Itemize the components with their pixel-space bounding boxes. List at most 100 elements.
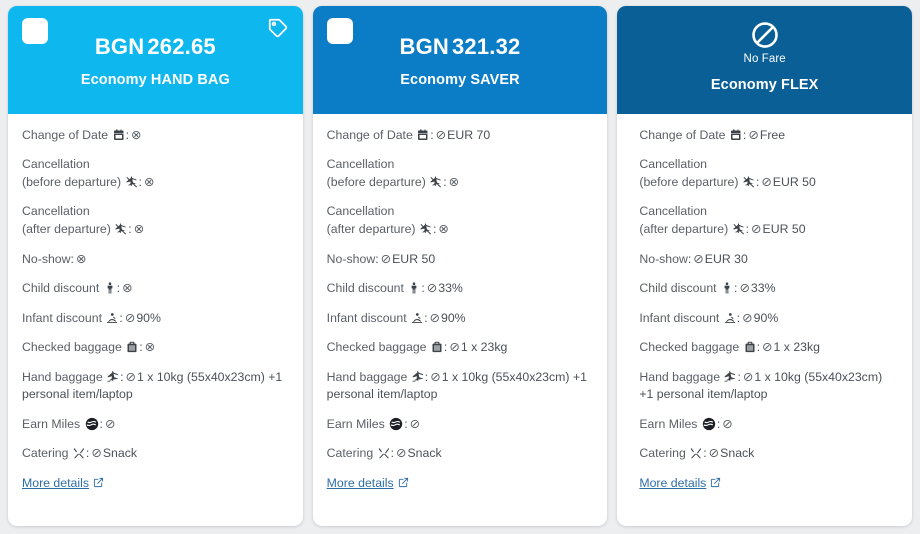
feature-separator: :	[421, 281, 424, 295]
feature-row-checked-baggage: Checked baggage :⊘1 x 23kg	[639, 338, 898, 357]
more-details-link[interactable]: More details	[639, 476, 721, 490]
feature-row-no-show: No-show:⊘EUR 30	[639, 250, 898, 269]
feature-status-included-icon: ⊘	[430, 368, 440, 386]
feature-status-included-icon: ⊘	[125, 309, 135, 327]
feature-status-not-included-icon: ⊗	[76, 250, 86, 268]
feature-label: Hand baggage	[327, 370, 408, 384]
feature-label: Earn Miles	[327, 417, 385, 431]
feature-row-cancellation-after: Cancellation(after departure) :⊗	[327, 203, 594, 239]
no-flight-icon	[115, 223, 127, 235]
feature-status-included-icon: ⊘	[396, 444, 406, 462]
feature-row-cancellation-before: Cancellation(before departure) :⊗	[22, 156, 289, 192]
cutlery-icon	[378, 447, 390, 459]
feature-separator: :	[734, 281, 737, 295]
feature-status-included-icon: ⊘	[742, 309, 752, 327]
feature-label: Cancellation(before departure)	[22, 157, 121, 190]
feature-row-catering: Catering :⊘Snack	[639, 444, 898, 463]
feature-separator: :	[737, 311, 740, 325]
feature-label: Checked baggage	[22, 340, 122, 354]
feature-status-included-icon: ⊘	[436, 126, 446, 144]
select-fare-checkbox[interactable]	[327, 18, 353, 44]
feature-status-included-icon: ⊘	[91, 444, 101, 462]
feature-row-child-discount: Child discount :⊗	[22, 279, 289, 298]
feature-label: Cancellation(after departure)	[639, 204, 728, 237]
more-details-link[interactable]: More details	[327, 476, 409, 490]
feature-status-included-icon: ⊘	[762, 338, 772, 356]
feature-row-checked-baggage: Checked baggage :⊗	[22, 338, 289, 357]
feature-status-not-included-icon: ⊗	[144, 173, 154, 191]
more-details-label: More details	[639, 476, 706, 490]
feature-label: Catering	[22, 446, 68, 460]
select-fare-checkbox[interactable]	[22, 18, 48, 44]
calendar-icon	[113, 129, 125, 141]
feature-row-child-discount: Child discount :⊘33%	[639, 279, 898, 298]
feature-separator: :	[444, 340, 447, 354]
external-link-icon	[93, 477, 104, 488]
fare-card-economy-hand-bag[interactable]: BGN262.65Economy HAND BAGChange of Date …	[8, 6, 303, 526]
child-icon	[721, 282, 733, 294]
feature-value: Free	[760, 128, 785, 142]
feature-status-included-icon: ⊘	[126, 368, 136, 386]
feature-separator: :	[128, 222, 131, 236]
feature-separator: :	[688, 252, 691, 266]
tag-icon[interactable]	[267, 17, 289, 39]
feature-label: Cancellation(before departure)	[639, 157, 738, 190]
feature-row-cancellation-before: Cancellation(before departure) :⊘EUR 50	[639, 156, 898, 192]
feature-row-hand-baggage: Hand baggage :⊘1 x 10kg (55x40x23cm) +1 …	[327, 368, 594, 404]
feature-separator: :	[404, 417, 407, 431]
feature-row-checked-baggage: Checked baggage :⊘1 x 23kg	[327, 338, 594, 357]
feature-status-included-icon: ⊘	[748, 126, 758, 144]
feature-status-included-icon: ⊘	[410, 415, 420, 433]
suitcase-icon	[744, 341, 756, 353]
more-details-link[interactable]: More details	[22, 476, 104, 490]
fare-card-economy-saver[interactable]: BGN321.32Economy SAVERChange of Date :⊘E…	[313, 6, 608, 526]
feature-label: Change of Date	[639, 128, 725, 142]
feature-label: No-show	[22, 252, 71, 266]
feature-label: No-show	[327, 252, 376, 266]
feature-status-not-included-icon: ⊗	[449, 173, 459, 191]
card-header-economy-flex: No FareEconomy FLEX	[617, 6, 912, 114]
calendar-icon	[417, 129, 429, 141]
miles-icon	[85, 417, 99, 431]
feature-label: Checked baggage	[327, 340, 427, 354]
hand-baggage-icon	[412, 371, 424, 383]
feature-value: EUR 30	[705, 252, 748, 266]
no-flight-icon	[430, 176, 442, 188]
feature-separator: :	[71, 252, 74, 266]
feature-status-included-icon: ⊘	[427, 279, 437, 297]
fare-name: Economy SAVER	[400, 72, 519, 88]
feature-row-catering: Catering :⊘Snack	[22, 444, 289, 463]
feature-value: 33%	[438, 281, 463, 295]
external-link-icon	[398, 477, 409, 488]
no-flight-icon	[743, 176, 755, 188]
card-body-economy-hand-bag: Change of Date :⊗Cancellation(before dep…	[8, 114, 303, 526]
feature-separator: :	[139, 175, 142, 189]
feature-separator: :	[117, 281, 120, 295]
feature-value: Snack	[103, 446, 137, 460]
feature-label: Child discount	[327, 281, 404, 295]
feature-separator: :	[430, 128, 433, 142]
feature-value: EUR 50	[773, 175, 816, 189]
feature-status-included-icon: ⊘	[693, 250, 703, 268]
cutlery-icon	[690, 447, 702, 459]
feature-status-included-icon: ⊘	[709, 444, 719, 462]
feature-row-earn-miles: Earn Miles :⊘	[639, 415, 898, 434]
infant-icon	[724, 312, 736, 324]
hand-baggage-icon	[107, 371, 119, 383]
more-details-label: More details	[327, 476, 394, 490]
feature-row-hand-baggage: Hand baggage :⊘1 x 10kg (55x40x23cm) +1 …	[639, 368, 898, 404]
feature-status-not-included-icon: ⊗	[131, 126, 141, 144]
fare-card-economy-flex[interactable]: No FareEconomy FLEXChange of Date :⊘Free…	[617, 6, 912, 526]
feature-separator: :	[746, 222, 749, 236]
miles-icon	[389, 417, 403, 431]
feature-label: No-show	[639, 252, 688, 266]
feature-label: Hand baggage	[639, 370, 720, 384]
feature-value: 90%	[754, 311, 779, 325]
feature-row-earn-miles: Earn Miles :⊘	[327, 415, 594, 434]
no-fare-label: No Fare	[744, 53, 786, 65]
fare-price: BGN321.32	[400, 34, 521, 60]
feature-value: 90%	[136, 311, 161, 325]
feature-label: Earn Miles	[639, 417, 697, 431]
fare-comparison-board: BGN262.65Economy HAND BAGChange of Date …	[0, 0, 920, 534]
feature-label: Cancellation(after departure)	[22, 204, 111, 237]
